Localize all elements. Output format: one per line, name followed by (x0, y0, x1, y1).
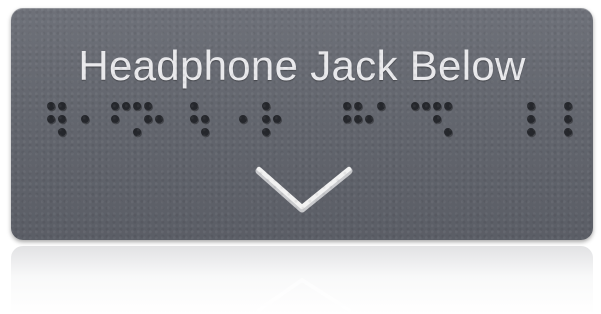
sign-reflection (11, 246, 593, 314)
braille-sign: Headphone Jack Below (11, 8, 593, 240)
image-stage: Headphone Jack Below (0, 0, 601, 314)
down-arrow-icon (255, 166, 353, 213)
reflected-arrow-icon (257, 278, 351, 312)
